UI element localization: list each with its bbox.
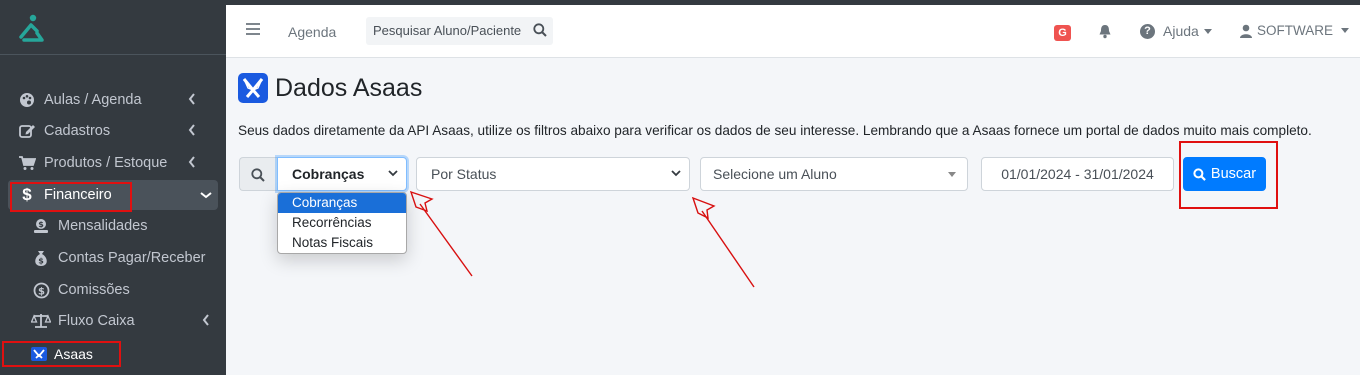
tipo-select[interactable]: Cobranças <box>277 157 407 191</box>
cart-icon <box>16 155 38 171</box>
menu-toggle-icon[interactable] <box>246 23 260 35</box>
dropdown-option-recorrencias[interactable]: Recorrências <box>278 213 406 233</box>
sidebar-item-label: Produtos / Estoque <box>44 155 168 171</box>
svg-text:$: $ <box>38 286 45 297</box>
balance-scale-icon <box>30 313 52 329</box>
edit-icon <box>16 123 38 139</box>
user-label: SOFTWARE <box>1257 23 1333 38</box>
annotation-box-asaas <box>2 341 121 367</box>
annotation-box-buscar <box>1179 141 1278 209</box>
chevron-left-icon <box>202 314 209 326</box>
caret-down-icon <box>1203 28 1212 34</box>
annotation-box-financeiro <box>10 182 132 212</box>
g-badge-icon[interactable]: G <box>1054 25 1071 41</box>
search-icon <box>251 168 265 182</box>
top-navbar: Agenda G ? Ajuda SOFTWARE <box>226 5 1360 58</box>
sidebar-item-label: Fluxo Caixa <box>58 313 135 329</box>
search-box <box>366 17 553 45</box>
help-label: Ajuda <box>1163 23 1199 39</box>
palette-icon <box>16 92 38 108</box>
sidebar-item-label: Aulas / Agenda <box>44 92 142 108</box>
dropdown-option-cobrancas[interactable]: Cobranças <box>278 193 406 213</box>
chevron-left-icon <box>188 156 195 168</box>
svg-text:$: $ <box>38 256 44 265</box>
chevron-left-icon <box>188 93 195 105</box>
sidebar-item-contas-pagar-receber[interactable]: $ Contas Pagar/Receber <box>22 243 218 273</box>
dollar-circle-icon: $ <box>30 282 52 299</box>
search-input[interactable] <box>373 23 521 38</box>
logo-icon <box>19 14 44 42</box>
sidebar-item-aulas-agenda[interactable]: Aulas / Agenda <box>8 85 218 115</box>
sidebar-item-mensalidades[interactable]: $ Mensalidades <box>22 211 218 241</box>
money-bag-icon: $ <box>30 250 52 267</box>
sidebar-item-comissoes[interactable]: $ Comissões <box>22 275 218 305</box>
chevron-down-icon <box>388 170 398 177</box>
coin-hand-icon: $ <box>30 218 52 234</box>
user-icon <box>1240 24 1252 38</box>
sidebar-item-label: Cadastros <box>44 123 111 139</box>
filter-search-addon <box>239 157 277 191</box>
tipo-select-value: Cobranças <box>292 166 365 182</box>
sidebar-item-fluxo-caixa[interactable]: Fluxo Caixa <box>22 306 218 336</box>
sidebar-item-cadastros[interactable]: Cadastros <box>8 116 218 146</box>
page-description: Seus dados diretamente da API Asaas, uti… <box>238 123 1312 138</box>
help-dropdown[interactable]: ? Ajuda <box>1140 23 1212 39</box>
aluno-select[interactable]: Selecione um Aluno <box>700 157 968 191</box>
caret-down-icon <box>948 172 956 177</box>
aluno-select-value: Selecione um Aluno <box>713 166 837 182</box>
tipo-dropdown-list: Cobranças Recorrências Notas Fiscais <box>277 192 407 254</box>
annotation-arrow-status <box>691 196 755 288</box>
chevron-left-icon <box>188 124 195 136</box>
nav-link-agenda[interactable]: Agenda <box>288 24 336 40</box>
page-title: Dados Asaas <box>275 74 423 102</box>
sidebar-item-label: Comissões <box>58 282 130 298</box>
status-select-value: Por Status <box>431 166 497 182</box>
help-icon: ? <box>1140 23 1155 39</box>
chevron-down-icon <box>671 170 681 177</box>
bell-icon[interactable] <box>1098 24 1112 39</box>
chevron-down-icon <box>200 192 212 199</box>
svg-text:$: $ <box>38 220 44 229</box>
brand-logo[interactable] <box>0 5 226 55</box>
asaas-logo-icon <box>238 73 268 103</box>
caret-down-icon <box>1341 28 1349 33</box>
date-range-input[interactable]: 01/01/2024 - 31/01/2024 <box>981 157 1174 191</box>
sidebar-item-label: Contas Pagar/Receber <box>58 250 206 266</box>
sidebar-item-label: Mensalidades <box>58 218 148 234</box>
search-icon[interactable] <box>533 23 547 37</box>
sidebar-item-produtos-estoque[interactable]: Produtos / Estoque <box>8 148 218 178</box>
status-select[interactable]: Por Status <box>416 157 690 191</box>
annotation-arrow-tipo <box>409 190 473 277</box>
user-dropdown[interactable]: SOFTWARE <box>1240 23 1349 38</box>
dropdown-option-notas-fiscais[interactable]: Notas Fiscais <box>278 233 406 253</box>
